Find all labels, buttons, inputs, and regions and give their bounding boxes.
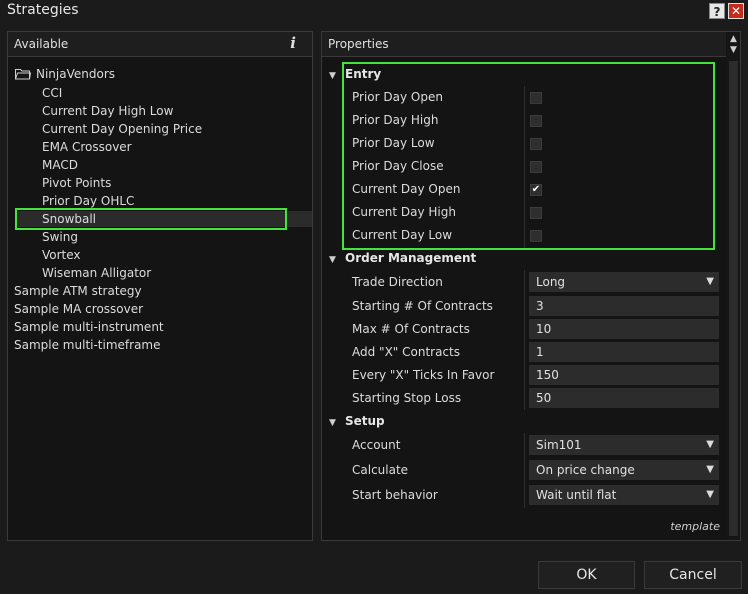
trade-direction-value: Long — [536, 275, 566, 289]
prop-label-current-day-open: Current Day Open — [352, 182, 461, 196]
tree-item-ema-crossover[interactable]: EMA Crossover — [42, 138, 132, 156]
prop-label-every-x-ticks: Every "X" Ticks In Favor — [352, 368, 495, 382]
folder-icon — [15, 69, 31, 80]
prop-label-current-day-low: Current Day Low — [352, 228, 453, 242]
tree-item-wiseman-alligator[interactable]: Wiseman Alligator — [42, 264, 151, 282]
properties-header: Properties — [322, 32, 726, 57]
properties-panel: Properties ▲ ▼ ▼ Entry Prior Day Open Pri… — [321, 31, 741, 541]
chevron-down-icon[interactable]: ▼ — [706, 435, 714, 455]
tree-item-pivot-points[interactable]: Pivot Points — [42, 174, 111, 192]
available-panel: Available i NinjaVendors CCI Current Day… — [7, 31, 313, 541]
properties-scrollbar[interactable]: ▲ ▼ — [727, 33, 740, 539]
prop-label-current-day-high: Current Day High — [352, 205, 456, 219]
starting-stop-loss-input[interactable]: 50 — [529, 388, 719, 408]
tree-item-prior-day-ohlc[interactable]: Prior Day OHLC — [42, 192, 134, 210]
tree-item-current-day-opening-price[interactable]: Current Day Opening Price — [42, 120, 202, 138]
prop-label-starting-contracts: Starting # Of Contracts — [352, 299, 493, 313]
collapse-arrow-icon[interactable]: ▼ — [329, 67, 339, 85]
info-icon[interactable]: i — [290, 34, 296, 52]
template-link[interactable]: template — [670, 520, 720, 533]
scroll-down-icon[interactable]: ▼ — [729, 46, 738, 55]
add-x-contracts-input[interactable]: 1 — [529, 342, 719, 362]
checkbox-current-day-low[interactable] — [530, 230, 542, 242]
section-order-management-title: Order Management — [345, 251, 477, 265]
account-value: Sim101 — [536, 438, 582, 452]
checkbox-prior-day-high[interactable] — [530, 115, 542, 127]
tree-folder-ninjavendors[interactable]: NinjaVendors — [36, 65, 115, 83]
trade-direction-select[interactable]: Long ▼ — [529, 272, 719, 292]
collapse-arrow-icon[interactable]: ▼ — [329, 251, 339, 269]
start-behavior-value: Wait until flat — [536, 488, 617, 502]
section-entry-title: Entry — [345, 67, 382, 81]
section-order-management[interactable]: ▼ Order Management — [329, 249, 476, 267]
prop-label-account: Account — [352, 438, 401, 452]
checkbox-prior-day-low[interactable] — [530, 138, 542, 150]
section-setup[interactable]: ▼ Setup — [329, 412, 385, 430]
account-select[interactable]: Sim101 ▼ — [529, 435, 719, 455]
column-divider — [524, 270, 525, 410]
prop-label-prior-day-open: Prior Day Open — [352, 90, 443, 104]
tree-item-sample-atm-strategy[interactable]: Sample ATM strategy — [14, 282, 142, 300]
window-title: Strategies — [7, 2, 79, 18]
checkmark-icon: ✔ — [531, 184, 541, 195]
section-setup-title: Setup — [345, 414, 385, 428]
prop-label-starting-stop-loss: Starting Stop Loss — [352, 391, 462, 405]
title-bar: Strategies ? ✕ — [0, 0, 748, 24]
prop-label-calculate: Calculate — [352, 463, 409, 477]
checkbox-prior-day-open[interactable] — [530, 92, 542, 104]
max-contracts-input[interactable]: 10 — [529, 319, 719, 339]
close-button[interactable]: ✕ — [728, 3, 744, 19]
column-divider — [524, 433, 525, 508]
tree-item-cci[interactable]: CCI — [42, 84, 62, 102]
calculate-value: On price change — [536, 463, 635, 477]
chevron-down-icon[interactable]: ▼ — [706, 272, 714, 292]
chevron-down-icon[interactable]: ▼ — [706, 460, 714, 480]
prop-label-start-behavior: Start behavior — [352, 488, 438, 502]
chevron-down-icon[interactable]: ▼ — [706, 485, 714, 505]
checkbox-current-day-open[interactable]: ✔ — [530, 184, 542, 196]
checkbox-prior-day-close[interactable] — [530, 161, 542, 173]
available-header: Available i — [8, 32, 312, 57]
tree-item-sample-ma-crossover[interactable]: Sample MA crossover — [14, 300, 143, 318]
tree-item-sample-multi-instrument[interactable]: Sample multi-instrument — [14, 318, 164, 336]
cancel-button[interactable]: Cancel — [644, 561, 742, 589]
tree-item-vortex[interactable]: Vortex — [42, 246, 81, 264]
tree-item-swing[interactable]: Swing — [42, 228, 78, 246]
prop-label-max-contracts: Max # Of Contracts — [352, 322, 470, 336]
calculate-select[interactable]: On price change ▼ — [529, 460, 719, 480]
tree-item-sample-multi-timeframe[interactable]: Sample multi-timeframe — [14, 336, 161, 354]
scroll-thumb[interactable] — [729, 61, 738, 536]
help-button[interactable]: ? — [709, 3, 725, 19]
start-behavior-select[interactable]: Wait until flat ▼ — [529, 485, 719, 505]
prop-label-prior-day-low: Prior Day Low — [352, 136, 435, 150]
tree-item-snowball[interactable]: Snowball — [42, 210, 96, 228]
prop-label-trade-direction: Trade Direction — [352, 275, 443, 289]
tree-item-current-day-high-low[interactable]: Current Day High Low — [42, 102, 173, 120]
checkbox-current-day-high[interactable] — [530, 207, 542, 219]
prop-label-prior-day-high: Prior Day High — [352, 113, 439, 127]
ok-button[interactable]: OK — [538, 561, 635, 589]
prop-label-add-x-contracts: Add "X" Contracts — [352, 345, 460, 359]
prop-label-prior-day-close: Prior Day Close — [352, 159, 444, 173]
section-entry[interactable]: ▼ Entry — [329, 65, 381, 83]
every-x-ticks-input[interactable]: 150 — [529, 365, 719, 385]
tree-item-macd[interactable]: MACD — [42, 156, 78, 174]
available-title: Available — [14, 37, 69, 51]
column-divider — [524, 86, 525, 248]
properties-title: Properties — [328, 37, 389, 51]
collapse-arrow-icon[interactable]: ▼ — [329, 414, 339, 432]
scroll-up-icon[interactable]: ▲ — [729, 35, 738, 44]
starting-contracts-input[interactable]: 3 — [529, 296, 719, 316]
